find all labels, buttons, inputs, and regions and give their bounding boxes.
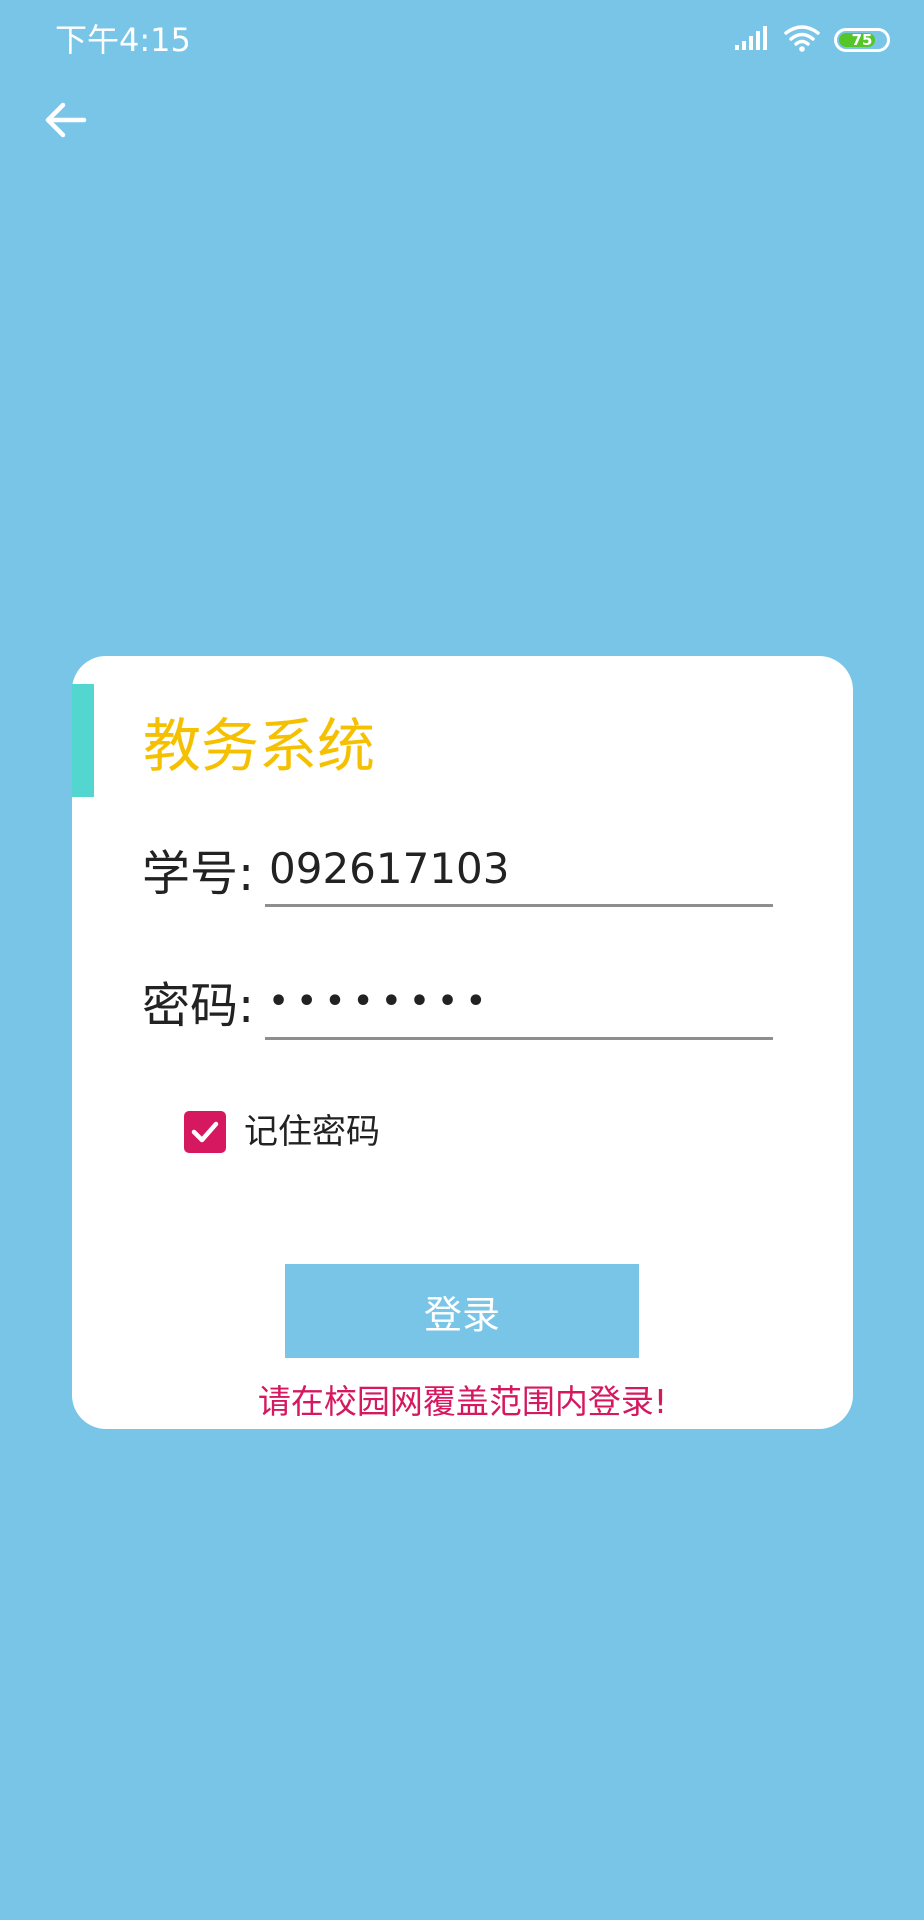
check-icon xyxy=(191,1121,219,1143)
remember-password-label: 记住密码 xyxy=(244,1112,380,1152)
login-card: 教务系统 学号: 092617103 密码: •••••••• 记住密码 登录 … xyxy=(72,656,853,1429)
page-title: 教务系统 xyxy=(143,712,376,780)
student-id-input[interactable]: 092617103 xyxy=(265,839,773,907)
remember-password-row[interactable]: 记住密码 xyxy=(184,1110,380,1154)
signal-icon xyxy=(734,25,770,55)
password-label: 密码: xyxy=(142,978,255,1034)
student-id-label: 学号: xyxy=(142,846,255,902)
status-icons: 75 xyxy=(734,22,890,58)
wifi-icon xyxy=(784,24,820,56)
status-time: 下午4:15 xyxy=(55,21,191,59)
title-accent-bar xyxy=(72,684,94,797)
back-button[interactable] xyxy=(40,95,90,145)
password-input[interactable]: •••••••• xyxy=(265,972,773,1040)
campus-network-hint: 请在校园网覆盖范围内登录! xyxy=(257,1382,668,1421)
login-button[interactable]: 登录 xyxy=(285,1264,639,1358)
arrow-left-icon xyxy=(40,102,90,149)
status-bar: 下午4:15 75 xyxy=(0,0,924,80)
battery-level: 75 xyxy=(851,31,873,49)
battery-icon: 75 xyxy=(834,28,890,52)
remember-password-checkbox[interactable] xyxy=(184,1111,226,1153)
